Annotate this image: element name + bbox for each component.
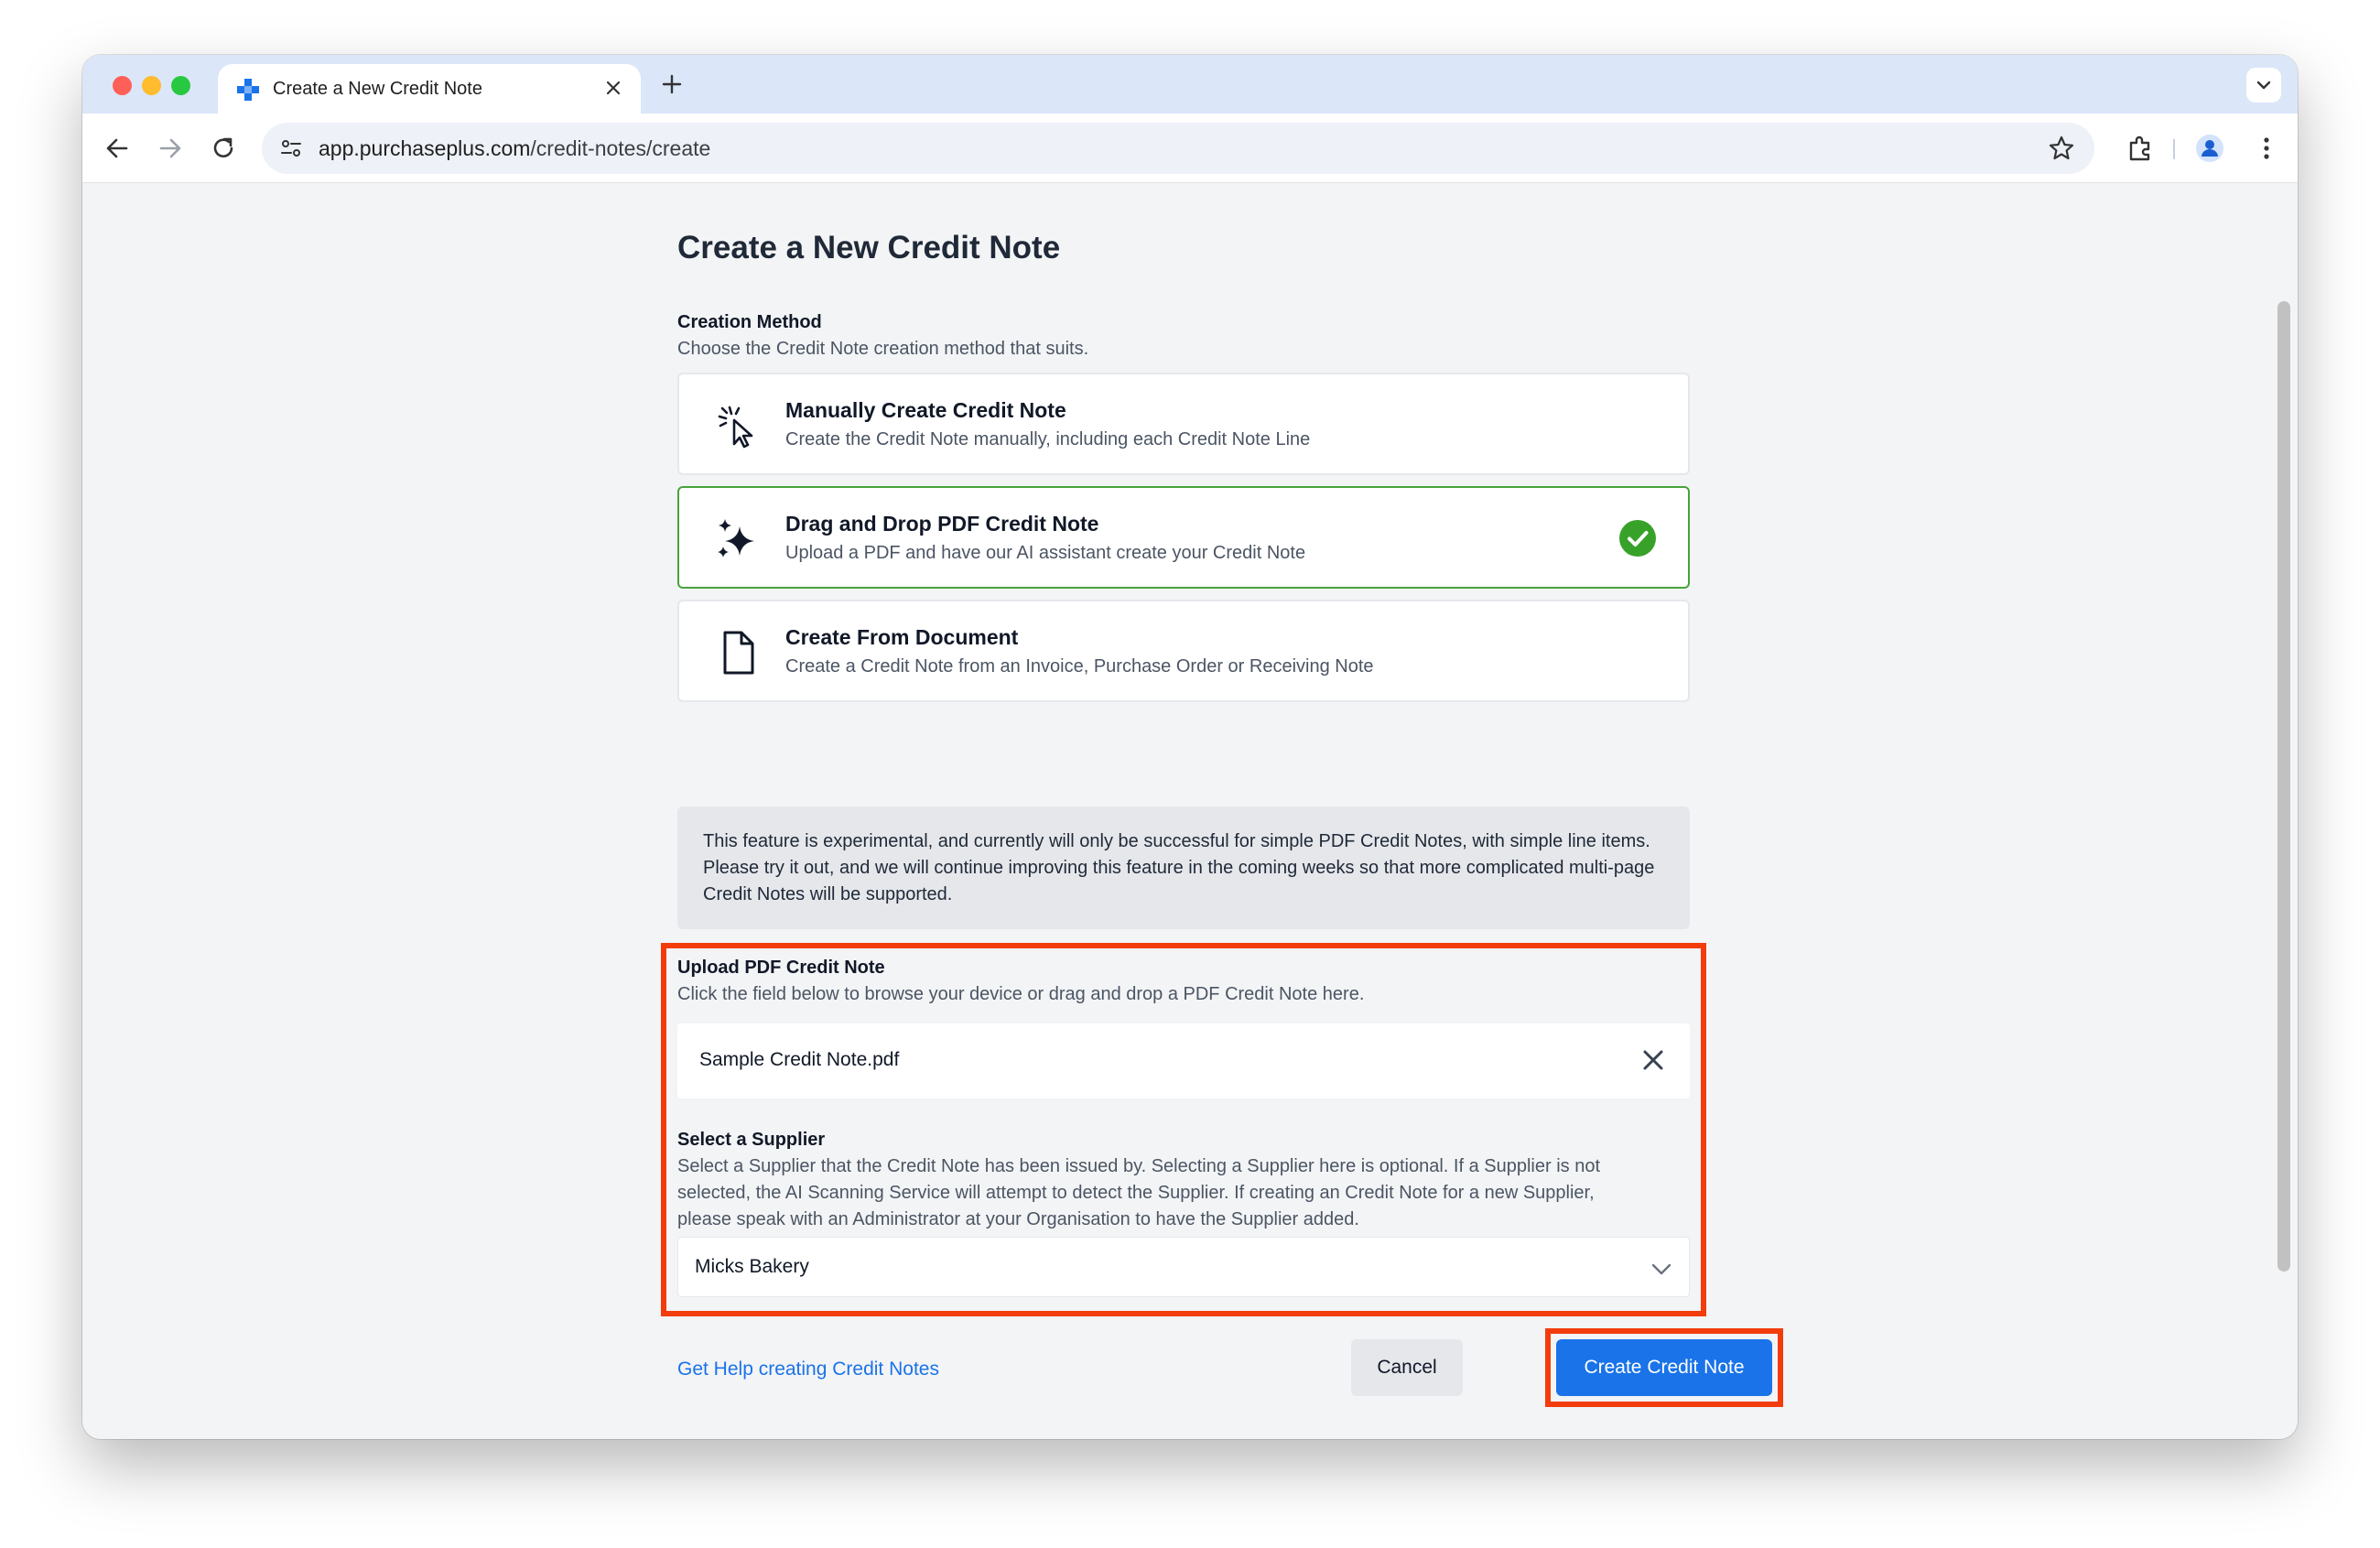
new-tab-icon[interactable] <box>657 70 687 99</box>
page-viewport: Create a New Credit Note Creation Method… <box>82 184 2298 1439</box>
browser-toolbar: app.purchaseplus.com/credit-notes/create <box>82 114 2298 183</box>
method-title: Drag and Drop PDF Credit Note <box>785 512 1099 536</box>
purchaseplus-favicon-icon <box>237 79 259 101</box>
close-icon[interactable] <box>1639 1045 1668 1075</box>
creation-method-label: Creation Method <box>677 312 822 332</box>
supplier-select[interactable]: Micks Bakery <box>677 1237 1690 1297</box>
maximize-window-button[interactable] <box>171 76 190 95</box>
supplier-description-line: please speak with an Administrator at yo… <box>677 1209 1359 1229</box>
extensions-puzzle-icon[interactable] <box>2124 132 2157 165</box>
site-settings-icon[interactable] <box>278 135 304 161</box>
profile-avatar-icon[interactable] <box>2193 132 2226 165</box>
document-icon <box>723 631 754 675</box>
supplier-description-line: Select a Supplier that the Credit Note h… <box>677 1156 1601 1176</box>
method-description: Upload a PDF and have our AI assistant c… <box>785 543 1306 563</box>
method-option-from-document[interactable]: Create From Document Create a Credit Not… <box>677 600 1690 702</box>
browser-window: Create a New Credit Note app.purchaseplu… <box>82 55 2298 1439</box>
method-option-manual[interactable]: Manually Create Credit Note Create the C… <box>677 373 1690 475</box>
help-link[interactable]: Get Help creating Credit Notes <box>677 1359 939 1380</box>
tab-search-button[interactable] <box>2246 68 2281 103</box>
chevron-down-icon <box>1651 1263 1671 1275</box>
supplier-selected-value: Micks Bakery <box>695 1256 809 1277</box>
sparkles-icon <box>718 519 754 557</box>
minimize-window-button[interactable] <box>142 76 161 95</box>
url-host: app.purchaseplus.com <box>319 136 531 160</box>
uploaded-file-name: Sample Credit Note.pdf <box>699 1049 900 1070</box>
toolbar-divider <box>2173 139 2175 159</box>
supplier-label: Select a Supplier <box>677 1130 826 1150</box>
close-tab-icon[interactable] <box>602 77 624 99</box>
browser-tab[interactable]: Create a New Credit Note <box>218 64 641 114</box>
notice-text: This feature is experimental, and curren… <box>703 831 1655 904</box>
forward-arrow-icon[interactable] <box>154 132 187 165</box>
method-title: Manually Create Credit Note <box>785 398 1066 422</box>
tab-title: Create a New Credit Note <box>273 79 482 99</box>
method-title: Create From Document <box>785 625 1019 649</box>
url-path: /credit-notes/create <box>530 136 711 160</box>
upload-label: Upload PDF Credit Note <box>677 958 885 978</box>
chevron-down-icon <box>2256 81 2271 90</box>
url-text[interactable]: app.purchaseplus.com/credit-notes/create <box>319 136 710 161</box>
pdf-upload-field[interactable]: Sample Credit Note.pdf <box>677 1023 1690 1099</box>
close-window-button[interactable] <box>113 76 132 95</box>
method-description: Create the Credit Note manually, includi… <box>785 429 1311 449</box>
create-credit-note-button[interactable]: Create Credit Note <box>1556 1339 1772 1396</box>
tab-strip: Create a New Credit Note <box>82 55 2298 114</box>
reload-icon[interactable] <box>207 132 240 165</box>
page-title: Create a New Credit Note <box>677 230 1061 265</box>
address-bar[interactable]: app.purchaseplus.com/credit-notes/create <box>262 123 2094 174</box>
cursor-click-icon <box>718 406 753 449</box>
bookmark-star-icon[interactable] <box>2047 134 2076 163</box>
experimental-notice: This feature is experimental, and curren… <box>677 806 1690 929</box>
check-circle-icon <box>1619 520 1656 557</box>
browser-menu-icon[interactable] <box>2250 132 2283 165</box>
scrollbar[interactable] <box>2277 301 2290 1272</box>
creation-method-description: Choose the Credit Note creation method t… <box>677 339 1089 359</box>
supplier-description-line: selected, the AI Scanning Service will a… <box>677 1183 1595 1203</box>
method-description: Create a Credit Note from an Invoice, Pu… <box>785 656 1374 677</box>
back-arrow-icon[interactable] <box>101 132 134 165</box>
method-option-drag-drop-pdf[interactable]: Drag and Drop PDF Credit Note Upload a P… <box>677 486 1690 589</box>
cancel-button[interactable]: Cancel <box>1351 1339 1463 1396</box>
upload-description: Click the field below to browse your dev… <box>677 984 1365 1004</box>
